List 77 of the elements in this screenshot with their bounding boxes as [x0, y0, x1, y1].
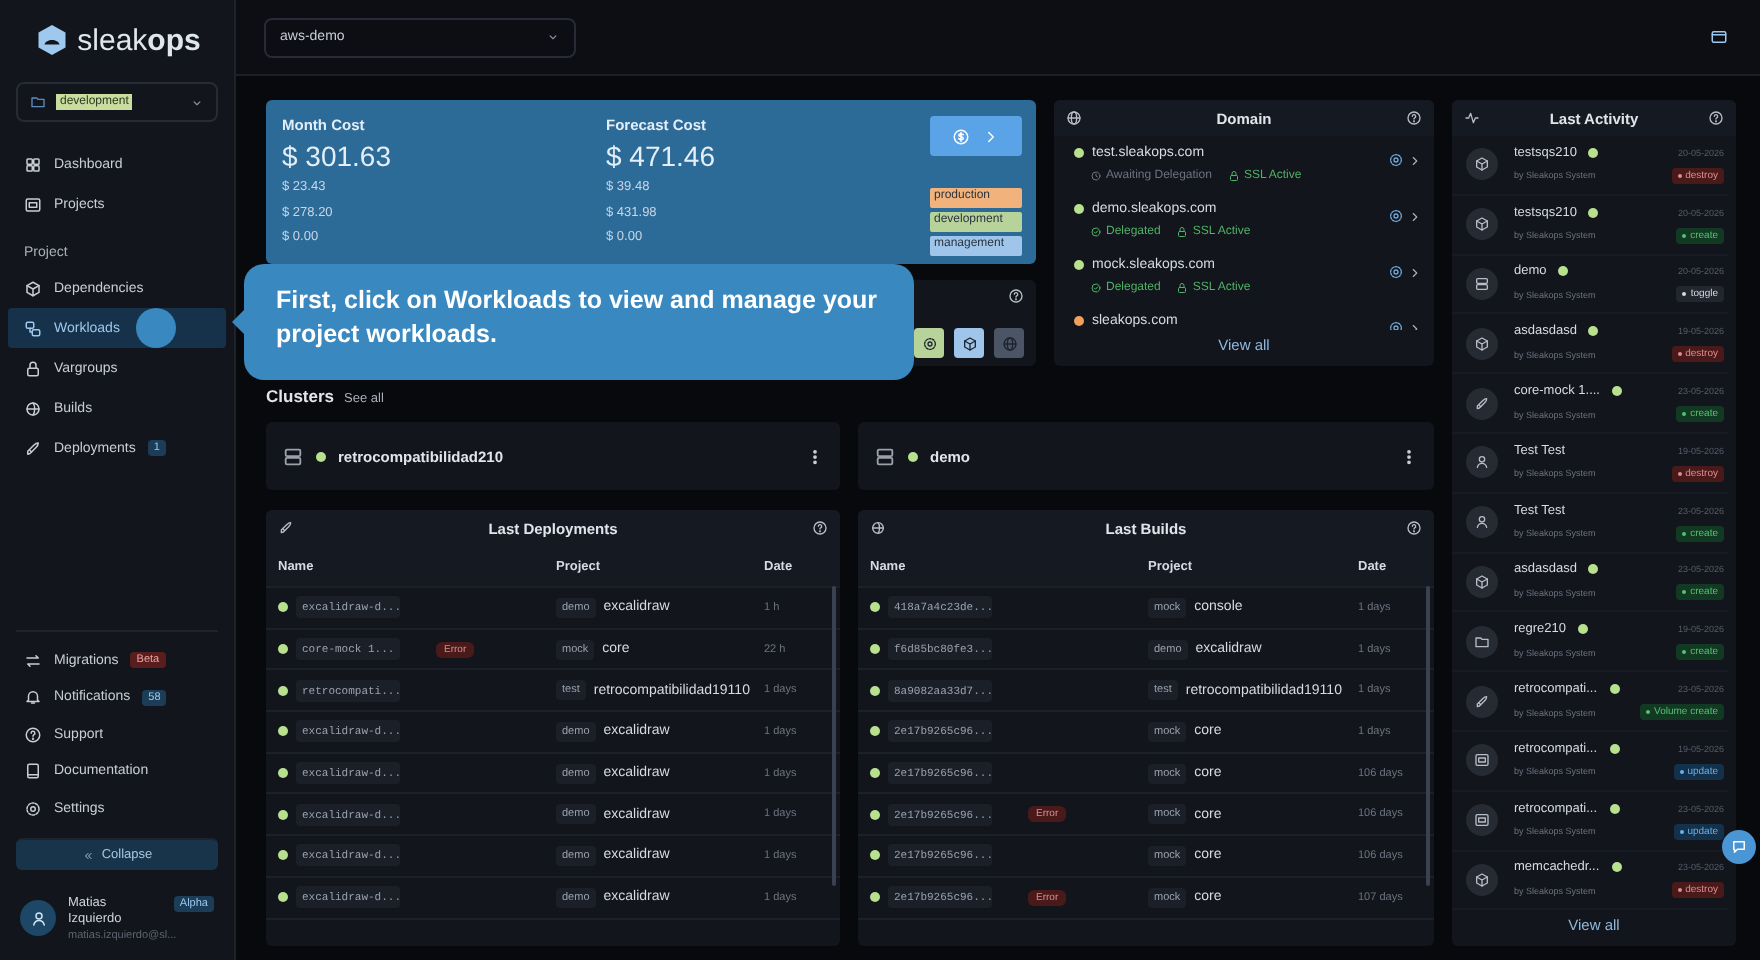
help-icon [1406, 520, 1422, 536]
status-dot [316, 451, 326, 461]
book-icon [24, 762, 42, 781]
status-dot [870, 850, 880, 861]
status-dot [278, 602, 288, 613]
help-icon [24, 725, 42, 744]
user-icon [29, 909, 47, 928]
cube-icon [961, 335, 977, 351]
check-circle-icon [1090, 281, 1102, 293]
lock-icon [1227, 169, 1240, 181]
cube-icon [1474, 335, 1490, 352]
status-dot [870, 726, 880, 737]
chat-icon [1730, 838, 1748, 856]
status-dot [870, 685, 880, 696]
toolbar-button[interactable] [914, 328, 944, 358]
server-icon [874, 445, 896, 467]
caret-icon [546, 30, 560, 44]
link-icon [24, 319, 42, 337]
cube-icon [1474, 216, 1490, 233]
cube-icon [24, 279, 42, 297]
chat-button[interactable] [1722, 830, 1756, 864]
check-circle-icon [1090, 225, 1102, 237]
window-icon [24, 195, 42, 213]
grid-icon [24, 155, 42, 173]
section-title: Clusters [266, 386, 335, 406]
help-icon [1707, 110, 1724, 126]
cost-total: $ 471.46 [606, 140, 717, 172]
server-icon [282, 445, 304, 467]
caret-icon [190, 95, 204, 109]
status-dot [870, 809, 880, 820]
cube-icon [1474, 573, 1490, 590]
globe-icon [24, 399, 42, 417]
status-dot [870, 892, 880, 903]
status-dot [278, 726, 288, 737]
help-icon [1405, 110, 1422, 126]
lock-icon [1176, 225, 1189, 237]
user-icon [1474, 514, 1490, 531]
folder-icon [30, 94, 46, 110]
tooltip: First, click on Workloads to view and manage your project workloads. [244, 264, 914, 380]
window-icon [1474, 752, 1490, 769]
scrollbar[interactable] [1426, 586, 1430, 886]
double-chevron-icon [81, 849, 94, 862]
toolbar-button[interactable] [954, 328, 984, 358]
logo-text: sleakops [77, 23, 201, 57]
cube-icon [1474, 156, 1490, 173]
status-dot [278, 768, 288, 779]
cube-icon [1474, 871, 1490, 888]
server-icon [1474, 275, 1490, 292]
window-icon [1474, 812, 1490, 829]
panel-icon[interactable] [1710, 28, 1728, 46]
user-icon [1474, 454, 1490, 471]
status-dot [870, 768, 880, 779]
lock-icon [1176, 281, 1189, 293]
bell-icon [24, 688, 42, 707]
lock-icon [24, 359, 42, 377]
clock-icon [1090, 169, 1102, 181]
logo-icon [33, 22, 70, 58]
globe-icon [870, 520, 886, 536]
scrollbar[interactable] [832, 586, 836, 886]
status-dot [278, 850, 288, 861]
status-dot [870, 644, 880, 655]
status-dot [278, 809, 288, 820]
help-icon [811, 520, 828, 536]
highlight-dot [136, 308, 176, 348]
status-dot [278, 685, 288, 696]
status-dot [870, 602, 880, 613]
status-dot [278, 892, 288, 903]
status-dot [278, 644, 288, 655]
swap-icon [24, 651, 42, 670]
help-icon [1008, 288, 1024, 304]
globe-icon [1066, 110, 1082, 126]
folder-icon [1474, 633, 1490, 650]
status-dot [908, 451, 918, 461]
dollar-icon [952, 127, 970, 145]
cost-total: $ 301.63 [282, 140, 393, 172]
globe-icon [1001, 335, 1017, 351]
pulse-icon [1464, 110, 1480, 126]
